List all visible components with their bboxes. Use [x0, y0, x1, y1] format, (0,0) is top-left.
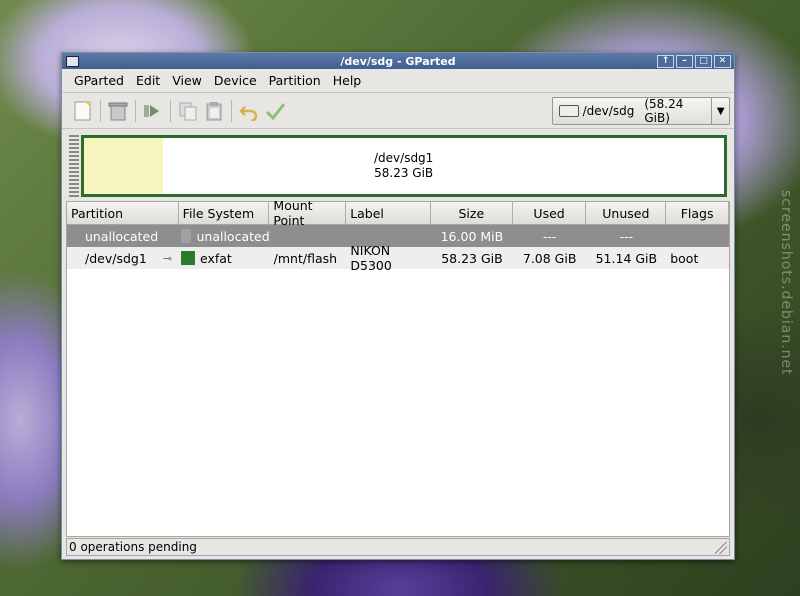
- status-bar: 0 operations pending: [66, 538, 730, 556]
- cell-size: 58.23 GiB: [441, 250, 503, 266]
- maximize-button[interactable]: □: [695, 54, 712, 68]
- device-size: (58.24 GiB): [644, 97, 684, 125]
- menu-partition[interactable]: Partition: [263, 73, 327, 88]
- cell-filesystem: exfat: [200, 250, 232, 266]
- dropdown-arrow-icon[interactable]: ▼: [711, 98, 729, 124]
- resize-move-button[interactable]: [140, 98, 166, 124]
- fs-color-swatch: [181, 251, 195, 265]
- apply-button[interactable]: [262, 98, 288, 124]
- new-partition-button[interactable]: [70, 98, 96, 124]
- title-bar[interactable]: /dev/sdg - GParted ↑ – □ ✕: [62, 53, 734, 69]
- partition-bar[interactable]: /dev/sdg1 58.23 GiB: [81, 135, 727, 197]
- copy-icon: [179, 102, 197, 120]
- cell-mount: [270, 225, 347, 247]
- delete-partition-button[interactable]: [105, 98, 131, 124]
- new-icon: [74, 101, 91, 120]
- status-text: 0 operations pending: [69, 540, 197, 554]
- cell-partition: /dev/sdg1: [85, 250, 147, 266]
- undo-icon: [239, 105, 258, 121]
- window-title: /dev/sdg - GParted: [340, 54, 456, 68]
- unallocated-block[interactable]: [84, 138, 163, 194]
- col-partition[interactable]: Partition: [67, 202, 179, 224]
- visual-partition-name: /dev/sdg1: [374, 151, 434, 165]
- col-size[interactable]: Size: [431, 202, 513, 224]
- apply-icon: [265, 102, 285, 120]
- table-header: Partition File System Mount Point Label …: [67, 198, 730, 228]
- menu-device[interactable]: Device: [208, 73, 263, 88]
- menu-view[interactable]: View: [166, 73, 208, 88]
- disk-visual: /dev/sdg1 58.23 GiB: [62, 129, 734, 199]
- cell-mount: /mnt/flash: [273, 250, 338, 266]
- menu-bar: GParted Edit View Device Partition Help: [62, 69, 734, 93]
- cell-flags: [666, 225, 729, 247]
- col-used[interactable]: Used: [513, 202, 587, 224]
- col-mount-point[interactable]: Mount Point: [269, 198, 347, 228]
- gparted-window: /dev/sdg - GParted ↑ – □ ✕ GParted Edit …: [61, 52, 735, 560]
- undo-button[interactable]: [236, 98, 262, 124]
- disk-icon: [559, 105, 579, 117]
- menu-gparted[interactable]: GParted: [68, 73, 130, 88]
- device-selector[interactable]: /dev/sdg (58.24 GiB) ▼: [552, 97, 730, 125]
- cell-partition: unallocated: [85, 228, 159, 244]
- col-filesystem[interactable]: File System: [179, 202, 270, 224]
- cell-flags: boot: [670, 250, 699, 266]
- resize-grip[interactable]: [715, 542, 727, 554]
- cell-unused: 51.14 GiB: [595, 250, 658, 266]
- partition-table: Partition File System Mount Point Label …: [66, 198, 730, 537]
- cell-label: NIKON D5300: [350, 243, 392, 273]
- cell-unused: ---: [619, 228, 634, 244]
- device-name: /dev/sdg: [582, 104, 635, 118]
- delete-icon: [108, 102, 128, 120]
- paste-icon: [206, 101, 222, 120]
- col-unused[interactable]: Unused: [586, 202, 667, 224]
- visual-partition-size: 58.23 GiB: [374, 166, 434, 180]
- close-button[interactable]: ✕: [714, 54, 731, 68]
- resize-move-icon: [144, 104, 159, 117]
- menu-help[interactable]: Help: [327, 73, 368, 88]
- wallpaper-watermark: screenshots.debian.net: [778, 190, 794, 376]
- col-flags[interactable]: Flags: [666, 202, 730, 224]
- cell-size: 16.00 MiB: [440, 228, 504, 244]
- toolbar: /dev/sdg (58.24 GiB) ▼: [62, 93, 734, 129]
- table-row[interactable]: /dev/sdg1 ⊸ exfat /mnt/flash NIKON D5300…: [67, 243, 729, 273]
- paste-button[interactable]: [201, 98, 227, 124]
- col-label[interactable]: Label: [346, 202, 431, 224]
- minimize-button[interactable]: –: [676, 54, 693, 68]
- cell-used: 7.08 GiB: [522, 250, 577, 266]
- menu-edit[interactable]: Edit: [130, 73, 166, 88]
- cell-filesystem: unallocated: [196, 228, 270, 244]
- key-icon: ⊸: [162, 251, 172, 265]
- fs-color-swatch: [180, 229, 192, 243]
- grip-handle: [69, 135, 79, 197]
- copy-button[interactable]: [175, 98, 201, 124]
- cell-used: ---: [542, 228, 557, 244]
- shade-button[interactable]: ↑: [657, 54, 674, 68]
